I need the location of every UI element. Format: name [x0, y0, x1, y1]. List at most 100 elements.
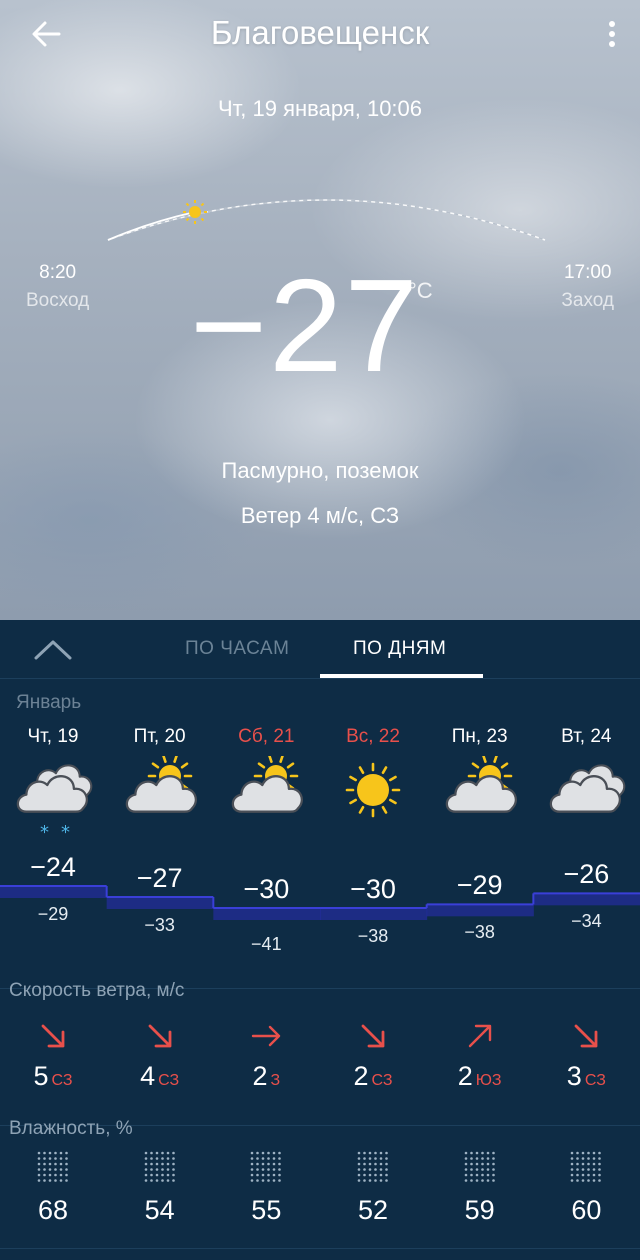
wind-item: 3 СЗ: [533, 1020, 639, 1092]
forecast-tabs: ПО ЧАСАМ ПО ДНЯМ: [0, 620, 640, 679]
day-column[interactable]: Сб, 21: [213, 726, 319, 840]
humidity-section-title: Влажность, %: [9, 1118, 133, 1139]
arrow-up-right-icon: [468, 1024, 491, 1048]
humidity-dots-icon: [357, 1151, 388, 1182]
more-menu-button[interactable]: [600, 14, 624, 54]
wind-speed: 5 СЗ: [33, 1061, 73, 1091]
arrow-right-icon: [252, 1025, 281, 1047]
humidity-dots-icon: [144, 1151, 175, 1182]
temperature-band-segment: [213, 908, 321, 920]
wind-direction: СЗ: [584, 1072, 606, 1089]
collapse-button[interactable]: [30, 634, 76, 664]
svg-text:*: *: [61, 822, 70, 840]
day-columns: Чт, 19 * * Пт, 20 Сб, 21 Вс, 22 Пн, 23 Вт, 24: [0, 726, 640, 846]
temperature-band-segment: [0, 886, 108, 898]
tab-daily[interactable]: ПО ДНЯМ: [353, 638, 446, 660]
chevron-up-icon: [34, 640, 72, 660]
more-vertical-icon: [609, 21, 615, 47]
min-temperature: −38: [357, 926, 389, 946]
city-title: Благовещенск: [210, 14, 430, 51]
wind-item: 4 СЗ: [107, 1020, 213, 1092]
day-column[interactable]: Вс, 22: [320, 726, 426, 840]
sunset-info: 17:00 Заход: [561, 262, 614, 312]
day-column[interactable]: Пн, 23: [427, 726, 533, 840]
humidity-value: 52: [357, 1195, 389, 1225]
cloud-sun-icon: [125, 756, 197, 813]
max-temperature: −29: [456, 870, 503, 901]
forecast-panel: ПО ЧАСАМ ПО ДНЯМ Январь Чт, 19 * * Пт, 20 Сб…: [0, 620, 640, 1260]
day-column[interactable]: Чт, 19 * *: [0, 726, 106, 840]
temperature-band-segment: [106, 897, 214, 909]
min-temperature: −29: [37, 904, 69, 924]
sun-icon: [345, 762, 401, 818]
min-temperature: −33: [144, 915, 175, 935]
divider: [0, 1248, 640, 1249]
current-weather-hero: Благовещенск Чт, 19 января, 10:06 8:20 В…: [0, 0, 640, 620]
sunset-label: Заход: [561, 290, 614, 311]
humidity-item: 68: [0, 1150, 106, 1226]
temperature-band-segment: [426, 904, 534, 917]
cloud-sun-icon: [232, 756, 304, 813]
wind-item: 5 СЗ: [0, 1020, 106, 1092]
wind-direction: СЗ: [371, 1072, 393, 1089]
sunset-time: 17:00: [563, 262, 612, 283]
humidity-dots-icon: [464, 1151, 495, 1182]
day-label: Чт, 19: [27, 726, 79, 747]
wind-direction: З: [270, 1072, 281, 1089]
arrow-down-right-icon: [574, 1024, 598, 1048]
cloud-icon: [550, 764, 626, 813]
wind-direction: ЮЗ: [475, 1072, 502, 1089]
weather-condition: Пасмурно, поземок: [221, 458, 419, 483]
day-label: Сб, 21: [238, 726, 295, 747]
day-column[interactable]: Вт, 24: [533, 726, 639, 840]
max-temperature: −27: [136, 863, 183, 893]
active-tab-indicator: [320, 674, 483, 678]
humidity-item: 54: [107, 1150, 213, 1226]
wind-speed: 2 СЗ: [353, 1061, 393, 1091]
max-temperature: −24: [30, 852, 76, 882]
humidity-item: 55: [213, 1150, 319, 1226]
humidity-dots-icon: [571, 1151, 602, 1182]
arrow-down-right-icon: [361, 1024, 385, 1048]
sunrise-time: 8:20: [39, 262, 77, 283]
wind-item: 2 СЗ: [320, 1020, 426, 1092]
wind-speed: 3 СЗ: [566, 1061, 606, 1091]
sunrise-info: 8:20 Восход: [26, 262, 89, 312]
month-label: Январь: [16, 692, 82, 713]
sunrise-label: Восход: [26, 290, 90, 311]
current-datetime: Чт, 19 января, 10:06: [217, 96, 423, 121]
day-label: Вс, 22: [346, 726, 400, 747]
wind-item: 2З: [213, 1020, 319, 1092]
wind-item: 2 ЮЗ: [427, 1020, 533, 1092]
tab-hourly[interactable]: ПО ЧАСАМ: [185, 638, 289, 660]
humidity-dots-icon: [37, 1151, 68, 1182]
humidity-value: 60: [571, 1195, 602, 1225]
arrow-down-right-icon: [148, 1024, 172, 1048]
wind-speed: 2 ЮЗ: [457, 1061, 502, 1091]
min-temperature: −38: [464, 922, 495, 943]
sun-path-arc: [107, 199, 546, 241]
wind-speed: 2З: [252, 1061, 281, 1091]
day-label: Пн, 23: [451, 726, 508, 747]
min-temperature: −34: [571, 911, 602, 932]
svg-text:*: *: [40, 822, 49, 840]
humidity-value: 59: [464, 1195, 495, 1225]
humidity-item: 52: [320, 1150, 426, 1226]
min-temperature: −41: [251, 934, 282, 954]
current-temperature: −27: [190, 252, 420, 399]
temperature-band-segment: [533, 893, 640, 906]
max-temperature: −26: [563, 859, 610, 890]
humidity-item: 60: [533, 1150, 639, 1226]
day-column[interactable]: Пт, 20: [107, 726, 213, 840]
day-label: Вт, 24: [561, 726, 612, 747]
wind-summary: Ветер 4 м/с, СЗ: [240, 503, 400, 528]
temperature-unit: °C: [408, 278, 433, 303]
humidity-value: 55: [251, 1195, 282, 1225]
wind-section-title: Скорость ветра, м/с: [9, 980, 185, 1001]
humidity-dots-icon: [251, 1151, 282, 1182]
humidity-value: 54: [144, 1195, 175, 1225]
max-temperature: −30: [350, 874, 396, 904]
temperature-band-segment: [320, 908, 428, 920]
arrow-down-right-icon: [41, 1024, 65, 1048]
cloud-sun-icon: [445, 756, 517, 813]
